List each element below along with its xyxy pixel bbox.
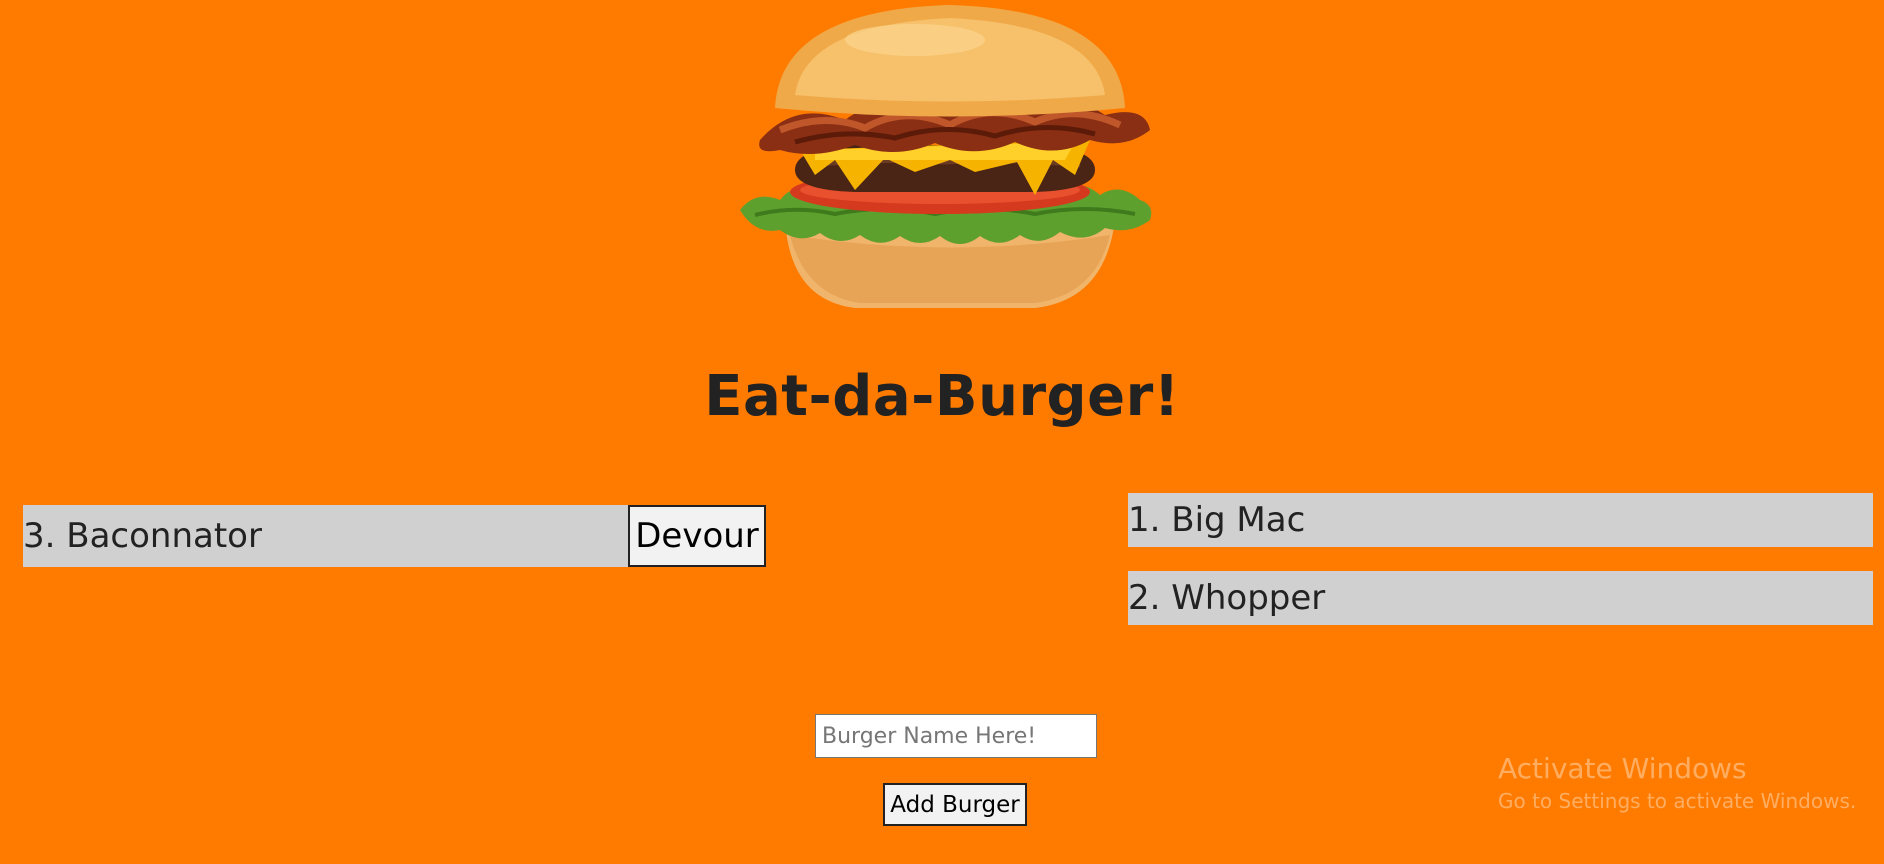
burger-name: 3. Baconnator	[23, 505, 628, 567]
watermark-title: Activate Windows	[1498, 752, 1747, 785]
add-burger-button[interactable]: Add Burger	[883, 783, 1027, 826]
list-item: 2. Whopper	[1128, 571, 1873, 625]
list-item: 1. Big Mac	[1128, 493, 1873, 547]
devoured-list: 1. Big Mac 2. Whopper	[1128, 493, 1873, 649]
devour-button[interactable]: Devour	[628, 505, 766, 567]
uneaten-list: 3. Baconnator Devour	[23, 505, 766, 567]
activate-windows-watermark: Activate Windows Go to Settings to activ…	[1498, 752, 1856, 816]
page-title: Eat-da-Burger!	[704, 364, 1180, 429]
list-item: 3. Baconnator Devour	[23, 505, 766, 567]
burger-name-input[interactable]	[815, 714, 1097, 758]
burger-image	[735, 0, 1165, 316]
watermark-subtitle: Go to Settings to activate Windows.	[1498, 789, 1857, 813]
